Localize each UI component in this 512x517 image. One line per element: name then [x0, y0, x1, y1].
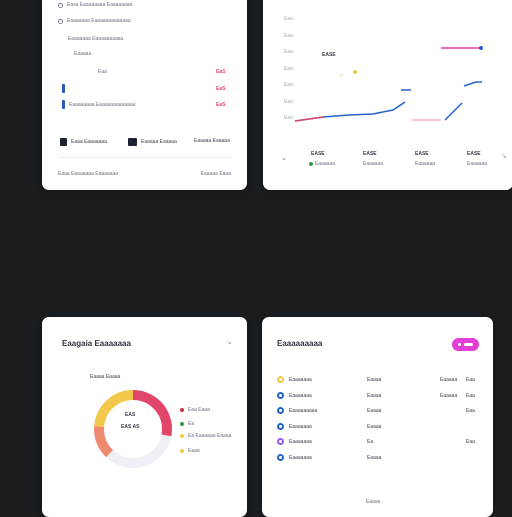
stat-value: EASE	[415, 151, 429, 157]
legend-swatch-icon	[180, 422, 184, 426]
divider	[58, 157, 231, 158]
summary-row-1[interactable]: Easa Eaaaaaaaa Eaaaaaaaa	[58, 2, 132, 8]
summary-card: Easa Eaaaaaaaa Eaaaaaaaa Eaaaaaaa Eaaaaa…	[42, 0, 247, 190]
donut-center-line1: EAS	[125, 412, 136, 418]
donut-card: Eaagaia Eaaaaaaa ⌄ Eaaaa Eaaaa EAS EAS A…	[42, 317, 247, 517]
series-line-pink	[294, 116, 324, 122]
list-footer: Eaaaa	[366, 499, 381, 505]
status-dot-icon	[309, 162, 313, 166]
list-item[interactable]: Eaaaaaaa Eaaaa	[262, 421, 493, 433]
list-item[interactable]: Eaaaaaaa Eaaaa Eaaaaa Eaa	[262, 390, 493, 402]
list-cell-name: Eaaaaaaa	[289, 439, 312, 445]
data-point	[353, 70, 357, 74]
status-circle-icon	[277, 438, 284, 445]
stat-label: Eaaaaaa	[415, 161, 436, 167]
footer-right-text: Eaaaaa Eaaa	[200, 171, 231, 177]
footer-item-label: Eaaaaa Eaaaaa	[194, 138, 230, 144]
bar-indicator-icon	[62, 84, 65, 93]
list-item[interactable]: Eaaaaaaa Eaaaa Eaaaaa Eaa	[262, 374, 493, 386]
donut-caption: Eaaaa Eaaaa	[90, 374, 121, 380]
list-cell-far: Eaa	[466, 392, 475, 399]
legend-swatch-icon	[180, 434, 184, 438]
trend-card: Eaa Eaa Eaa Eaa Eaa Eaa Eaa EASE ⌄ EASE Eaaaaaa…	[263, 0, 512, 190]
stat-label: Eaaaaaa	[363, 161, 384, 167]
list-cell-mid: Eaaaa	[367, 377, 382, 383]
value-a: EaS	[216, 69, 226, 75]
status-circle-icon	[277, 376, 284, 383]
small-label: Eaaaaa	[74, 51, 92, 57]
status-circle-icon	[277, 453, 284, 461]
legend-swatch-icon	[180, 408, 184, 412]
footer-item-label: Eaaa Eaaaaaaa	[71, 139, 107, 145]
footer-item-2[interactable]: Eaaaaa Eaaaaa	[128, 138, 177, 146]
list-cell-mid: Eaaaa	[367, 454, 382, 461]
status-circle-icon	[277, 407, 284, 414]
document-icon	[60, 138, 67, 146]
series-line-blue-3	[463, 81, 482, 87]
value-c: EaS	[216, 102, 226, 108]
blue-row-2[interactable]: Eaaaaaaaa Eaaaaaaaaaaaaa	[62, 100, 135, 109]
stat-label: Eaaaaaa	[315, 161, 336, 167]
card-title: Eaaaaaaaaa	[277, 339, 323, 348]
list-cell-mid: Eaaaa	[367, 392, 382, 399]
blue-row-1[interactable]	[62, 84, 65, 93]
list-cell-name: Eaaaaaaa	[289, 423, 312, 430]
circle-outline-icon	[58, 2, 63, 8]
footer-item-1[interactable]: Eaaa Eaaaaaaa	[60, 138, 107, 146]
status-circle-icon	[277, 391, 284, 399]
list-cell-mid: Eaaaa	[367, 423, 382, 430]
list-cell-far: Eaa	[466, 439, 475, 445]
footer-left-text: Eaaa Eaaaaaaa Eaaaaaaa	[58, 171, 119, 177]
legend-label: Eaaa	[188, 448, 200, 454]
list-item[interactable]: Eaaaaaaa Eaaaa	[262, 452, 493, 464]
donut-center-line2: EAS AS	[121, 424, 140, 430]
chevron-down-icon[interactable]: ⌄	[226, 337, 233, 346]
stat-label: Eaaaaaa	[467, 161, 488, 167]
summary-row-2[interactable]: Eaaaaaaa Eaaaaaaaaaaaaa	[58, 18, 131, 24]
row-label: Easa Eaaaaaaaa Eaaaaaaaa	[67, 2, 133, 8]
list-item[interactable]: Eaaaaaaa Ea Eaa	[262, 436, 493, 448]
chevron-down-icon[interactable]: ⌄	[281, 154, 287, 162]
footer-item-3[interactable]: Eaaaaa Eaaaaa	[194, 138, 230, 144]
list-cell-mid: Eaaaa	[367, 408, 382, 414]
footer-item-label: Eaaaaa Eaaaaa	[141, 139, 177, 145]
list-cell-name: Eaaaaaaa	[289, 377, 312, 383]
list-cell-far: Eaa	[466, 408, 475, 414]
data-point	[479, 46, 483, 50]
status-circle-icon	[277, 422, 284, 430]
sub-label: Eaaaaaaa Eaaaaaaaaaa	[68, 36, 124, 42]
list-cell-name: Eaaaaaaa	[289, 392, 312, 399]
trend-arrow-icon: ↘	[500, 151, 507, 160]
stat-value: EASE	[311, 151, 325, 157]
legend-swatch-icon	[180, 449, 184, 453]
list-cell-right: Eaaaaa	[440, 377, 458, 383]
list-card: Eaaaaaaaaa Eaaaaaaa Eaaaa Eaaaaa Eaa Eaaaaaa…	[262, 317, 493, 517]
columns-icon	[128, 138, 137, 146]
list-cell-name: Eaaaaaaaaa	[289, 408, 318, 414]
stat-value: EASE	[467, 151, 481, 157]
legend-label: Ea Eaaaaaa Eaaaa	[188, 433, 232, 439]
circle-outline-icon	[58, 18, 63, 24]
card-title: Eaagaia Eaaaaaaa	[62, 339, 131, 348]
tiny-label: Eaa	[98, 69, 107, 75]
list-item[interactable]: Eaaaaaaaaa Eaaaa Eaa	[262, 405, 493, 417]
legend-label: Ea	[188, 421, 195, 427]
value-b: EaS	[216, 86, 226, 92]
series-line-blue-2	[444, 102, 463, 121]
row-label: Eaaaaaaa Eaaaaaaaaaaaaa	[67, 18, 131, 24]
blue-row-label: Eaaaaaaaa Eaaaaaaaaaaaaa	[69, 101, 136, 108]
list-cell-name: Eaaaaaaa	[289, 454, 312, 461]
list-cell-mid: Ea	[367, 439, 374, 445]
list-cell-right: Eaaaaa	[440, 392, 458, 399]
legend-label: Eaa Eaaa	[188, 407, 210, 413]
pill-bar-icon	[464, 343, 473, 346]
chart-annotation: EASE	[322, 52, 336, 58]
list-cell-far: Eaa	[466, 377, 475, 383]
bar-indicator-icon	[62, 100, 65, 109]
action-pill-button[interactable]	[452, 338, 479, 351]
dot-icon	[458, 343, 461, 346]
stat-value: EASE	[363, 151, 377, 157]
